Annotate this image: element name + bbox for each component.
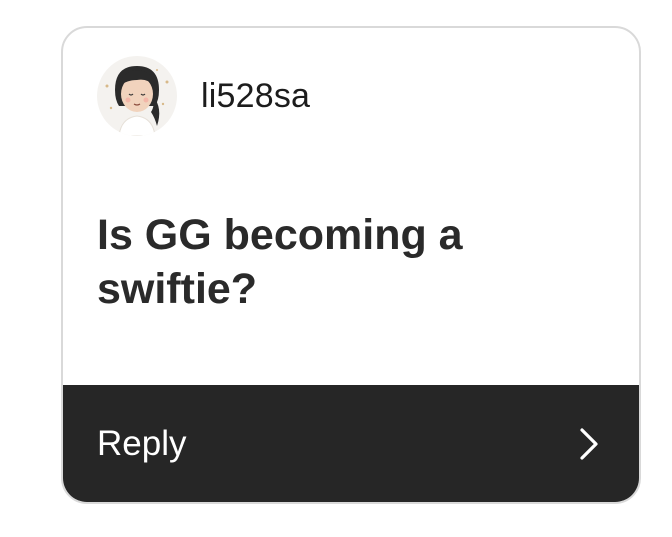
avatar[interactable] [97, 56, 177, 136]
chevron-right-icon [580, 427, 598, 460]
reply-button[interactable]: Reply [63, 385, 639, 502]
username[interactable]: li528sa [201, 77, 310, 116]
post-header: li528sa [97, 56, 310, 136]
reply-label: Reply [97, 423, 187, 463]
cartoon-girl-avatar-icon [105, 66, 169, 136]
question-text: Is GG becoming a swiftie? [97, 211, 463, 313]
question-card: li528sa Is GG becoming a swiftie? Reply [61, 26, 641, 504]
